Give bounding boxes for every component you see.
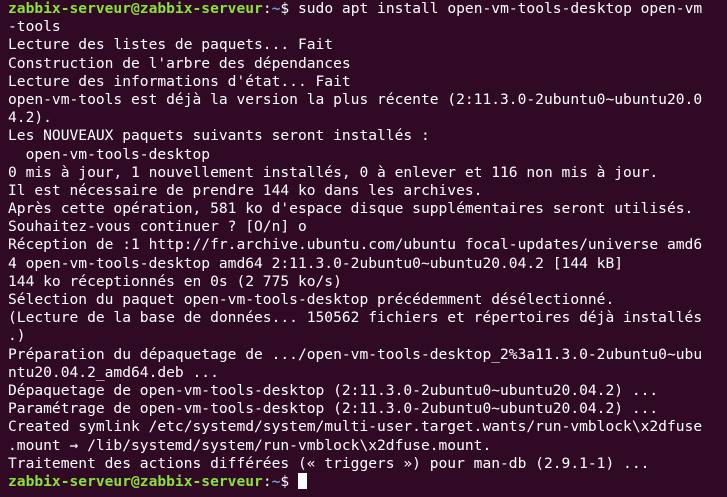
output-line: 0 mis à jour, 1 nouvellement installés, … — [8, 163, 659, 181]
output-line: Traitement des actions différées (« trig… — [8, 454, 650, 472]
output-line: Il est nécessaire de prendre 144 ko dans… — [8, 181, 483, 199]
active-prompt-line[interactable]: zabbix-serveur@zabbix-serveur:~$ — [8, 472, 727, 491]
output-line: Préparation du dépaquetage de .../open-v… — [8, 345, 703, 363]
prompt-separator: : — [262, 0, 272, 17]
output-line: open-vm-tools-desktop — [8, 145, 211, 163]
prompt-separator: : — [262, 472, 272, 490]
prompt-user-host: zabbix-serveur@zabbix-serveur — [8, 472, 263, 490]
output-line: 4.2). — [8, 109, 52, 127]
output-line: 144 ko réceptionnés en 0s (2 775 ko/s) — [8, 272, 342, 290]
prompt-symbol: $ — [280, 472, 298, 490]
output-line: Les NOUVEAUX paquets suivants seront ins… — [8, 127, 430, 145]
prompt-symbol: $ — [280, 0, 298, 17]
output-line: 4 open-vm-tools-desktop amd64 2:11.3.0-2… — [8, 254, 624, 272]
output-line: Souhaitez-vous continuer ? [O/n] o — [8, 218, 307, 236]
output-line: Lecture des informations d'état... Fait — [8, 72, 351, 90]
output-line: .mount → /lib/systemd/system/run-vmblock… — [8, 436, 492, 454]
output-line: .) — [8, 327, 26, 345]
output-line: open-vm-tools est déjà la version la plu… — [8, 90, 703, 108]
output-line: ntu20.04.2_amd64.deb ... — [8, 363, 219, 381]
output-line: Dépaquetage de open-vm-tools-desktop (2:… — [8, 381, 659, 399]
output-line: Sélection du paquet open-vm-tools-deskto… — [8, 291, 615, 308]
output-line: Construction de l'arbre des dépendances — [8, 54, 351, 72]
output-line: (Lecture de la base de données... 150562… — [8, 309, 703, 327]
command-line-wrap: -tools — [8, 18, 61, 36]
command-text: sudo apt install open-vm-tools-desktop o… — [297, 0, 703, 17]
output-line: Created symlink /etc/systemd/system/mult… — [8, 418, 703, 436]
prompt-user-host: zabbix-serveur@zabbix-serveur — [8, 0, 263, 17]
output-line: Après cette opération, 581 ko d'espace d… — [8, 200, 694, 218]
output-line: Paramétrage de open-vm-tools-desktop (2:… — [8, 400, 659, 418]
terminal-window[interactable]: zabbix-serveur@zabbix-serveur:~$ sudo ap… — [0, 0, 727, 497]
command-line: zabbix-serveur@zabbix-serveur:~$ sudo ap… — [8, 0, 727, 18]
output-line: Réception de :1 http://fr.archive.ubuntu… — [8, 236, 703, 254]
text-cursor[interactable] — [297, 472, 307, 489]
output-line: Lecture des listes de paquets... Fait — [8, 36, 334, 54]
